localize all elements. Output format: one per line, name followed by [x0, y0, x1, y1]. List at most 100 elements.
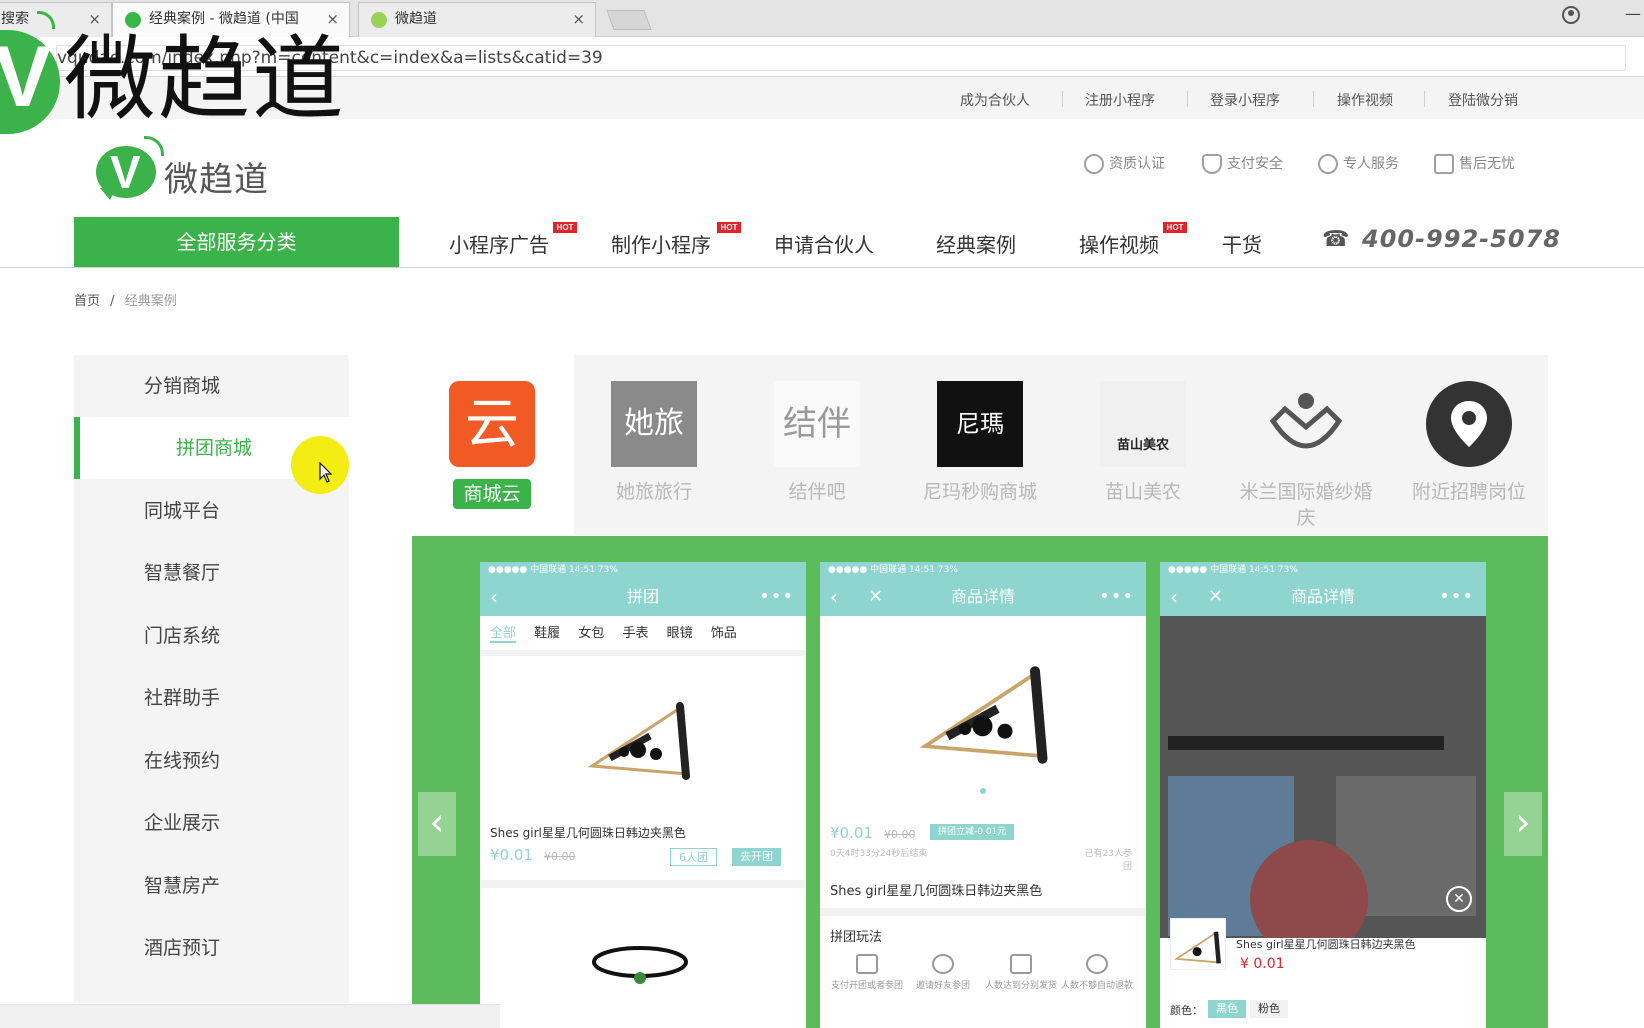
product-title: Shes girl星星几何圆珠日韩边夹黑色: [1236, 938, 1416, 951]
choker-image: [592, 946, 688, 984]
case-item[interactable]: 苗山美农 苗山美农: [1068, 381, 1218, 505]
logo-wave-icon: [144, 136, 164, 156]
product-title: Shes girl星星几何圆珠日韩边夹黑色: [830, 884, 1043, 899]
more-icon: •••: [1099, 586, 1134, 607]
minimize-button[interactable]: —: [1622, 0, 1644, 30]
hot-badge: HOT: [553, 222, 577, 233]
nav-item[interactable]: 操作视频 HOT: [1079, 222, 1187, 258]
back-icon: ‹: [490, 585, 498, 609]
breadcrumb-separator: /: [110, 294, 115, 309]
phone-title-bar: ‹ ✕ 商品详情 •••: [1160, 578, 1486, 616]
nav-item[interactable]: 申请合伙人: [774, 229, 874, 258]
toplink-video[interactable]: 操作视频: [1337, 90, 1393, 110]
browser-tab[interactable]: 微趋道 ×: [358, 2, 596, 37]
miaoshan-logo-icon: 苗山美农: [1100, 381, 1186, 467]
nav-item[interactable]: 小程序广告 HOT: [449, 222, 577, 258]
nav-item[interactable]: 制作小程序 HOT: [611, 222, 741, 258]
case-item[interactable]: 米兰国际婚纱婚庆: [1231, 381, 1381, 531]
nima-logo-icon: 尼瑪: [937, 381, 1023, 467]
mouse-cursor-icon: [319, 462, 333, 483]
thumbs-up-icon: [1434, 154, 1454, 174]
delivery-icon: [1010, 954, 1032, 974]
rule-text: 人数不够自动退款: [1060, 981, 1133, 991]
breadcrumb-home[interactable]: 首页: [74, 294, 100, 309]
nav-label: 经典案例: [936, 233, 1016, 257]
phone-screen-group-list: ●●●●● 中国联通 14:51 73% ‹ 拼团 ••• 全部 鞋履 女包 手…: [480, 562, 806, 1028]
product-price: ¥0.01: [490, 846, 533, 864]
toplink-distribution[interactable]: 登陆微分销: [1448, 90, 1518, 110]
url-input[interactable]: vqudao.com/index.php?m=content&c=index&a…: [56, 45, 1626, 71]
rule-text: 支付开团或者参团: [830, 981, 903, 991]
carousel-next-button[interactable]: ›: [1504, 792, 1542, 856]
phone-tab: 女包: [578, 626, 605, 641]
carousel-dot: [980, 788, 986, 794]
product-old-price: ¥0.00: [544, 850, 576, 863]
case-label-selected: 商城云: [453, 479, 531, 509]
wallet-icon: [856, 954, 878, 974]
all-categories-button[interactable]: 全部服务分类: [74, 217, 399, 267]
sidebar-item[interactable]: 社群助手: [74, 667, 349, 729]
award-icon: [1084, 154, 1104, 174]
sidebar-item[interactable]: 在线预约: [74, 730, 349, 792]
phone-tab: 鞋履: [534, 626, 561, 641]
toplink-register[interactable]: 注册小程序: [1085, 90, 1155, 110]
toplink-login[interactable]: 登录小程序: [1210, 90, 1280, 110]
sidebar-item[interactable]: 智慧餐厅: [74, 542, 349, 604]
carousel-prev-button[interactable]: ‹: [418, 792, 456, 856]
location-pin-icon: [1426, 381, 1512, 467]
hairclip-image: [587, 702, 690, 780]
sidebar-item[interactable]: 门店系统: [74, 605, 349, 667]
nav-label: 干货: [1222, 233, 1262, 257]
product-title: Shes girl星星几何圆珠日韩边夹黑色: [490, 826, 686, 840]
close-tab-button[interactable]: ×: [88, 3, 101, 36]
divider: [1187, 91, 1188, 107]
profile-icon[interactable]: [1562, 6, 1580, 24]
nav-label: 申请合伙人: [774, 233, 874, 257]
nav-label: 操作视频: [1079, 233, 1159, 257]
yun-logo-icon: 云: [449, 381, 535, 467]
toplink-partner[interactable]: 成为合伙人: [960, 90, 1030, 110]
dim-banner: [1168, 736, 1444, 750]
countdown: 0天4时33分24秒后结束: [830, 849, 928, 859]
sidebar-item[interactable]: 智慧房产: [74, 855, 349, 917]
sidebar-item[interactable]: 企业展示: [74, 792, 349, 854]
wechat-favicon-icon: [371, 12, 387, 28]
divider: [1424, 91, 1425, 107]
hairclip-thumb: [1170, 918, 1226, 970]
nav-item[interactable]: 干货: [1222, 229, 1262, 258]
more-icon: •••: [759, 586, 794, 607]
tarvel-logo-icon: 她旅: [611, 381, 697, 467]
sidebar-item[interactable]: 酒店预订: [74, 917, 349, 979]
start-group-button: 去开团: [732, 848, 781, 866]
phone-tab: 饰品: [710, 626, 737, 641]
assurance-payment: 支付安全: [1202, 153, 1283, 174]
phone-icon: ☎: [1322, 227, 1350, 252]
site-favicon-icon: [125, 12, 141, 28]
back-icon: ‹: [830, 585, 838, 609]
tab-title: 搜索: [1, 11, 29, 27]
phone-screen-product-detail: ●●●●● 中国联通 14:51 73% ‹ ✕ 商品详情 ••• ¥0.01 …: [820, 562, 1146, 1028]
phone-title-bar: ‹ 拼团 •••: [480, 578, 806, 616]
new-tab-button[interactable]: [606, 10, 652, 30]
close-tab-button[interactable]: ×: [572, 3, 585, 36]
dimmed-detail-overlay: ✕: [1160, 616, 1486, 958]
site-logo[interactable]: V 微趋道: [94, 136, 274, 202]
tab-title: 微趋道: [395, 11, 437, 27]
assurance-label: 售后无忧: [1459, 156, 1515, 172]
case-item[interactable]: 尼瑪 尼玛秒购商城: [905, 381, 1055, 505]
horizontal-scrollbar[interactable]: [0, 1004, 500, 1028]
hairclip-image: [919, 666, 1048, 764]
browser-tab[interactable]: 搜索 ×: [0, 2, 112, 37]
nav-item[interactable]: 经典案例: [936, 229, 1016, 258]
close-tab-button[interactable]: ×: [326, 3, 339, 36]
case-item[interactable]: 附近招聘岗位: [1394, 381, 1544, 505]
browser-tab-active[interactable]: 经典案例 - 微趋道 (中国 ×: [112, 2, 350, 37]
sidebar-item[interactable]: 分销商城: [74, 355, 349, 417]
case-showcase-carousel: ‹ › ●●●●● 中国联通 14:51 73% ‹ 拼团 ••• 全部 鞋履 …: [412, 536, 1548, 1028]
rule-text: 邀请好友参团: [915, 981, 970, 991]
case-label: 米兰国际婚纱婚庆: [1239, 481, 1373, 529]
phone-tab-active: 全部: [490, 626, 517, 643]
case-item[interactable]: 结伴 结伴吧: [742, 381, 892, 505]
case-item[interactable]: 她旅 她旅旅行: [579, 381, 729, 505]
case-item[interactable]: 云 商城云: [417, 381, 567, 509]
